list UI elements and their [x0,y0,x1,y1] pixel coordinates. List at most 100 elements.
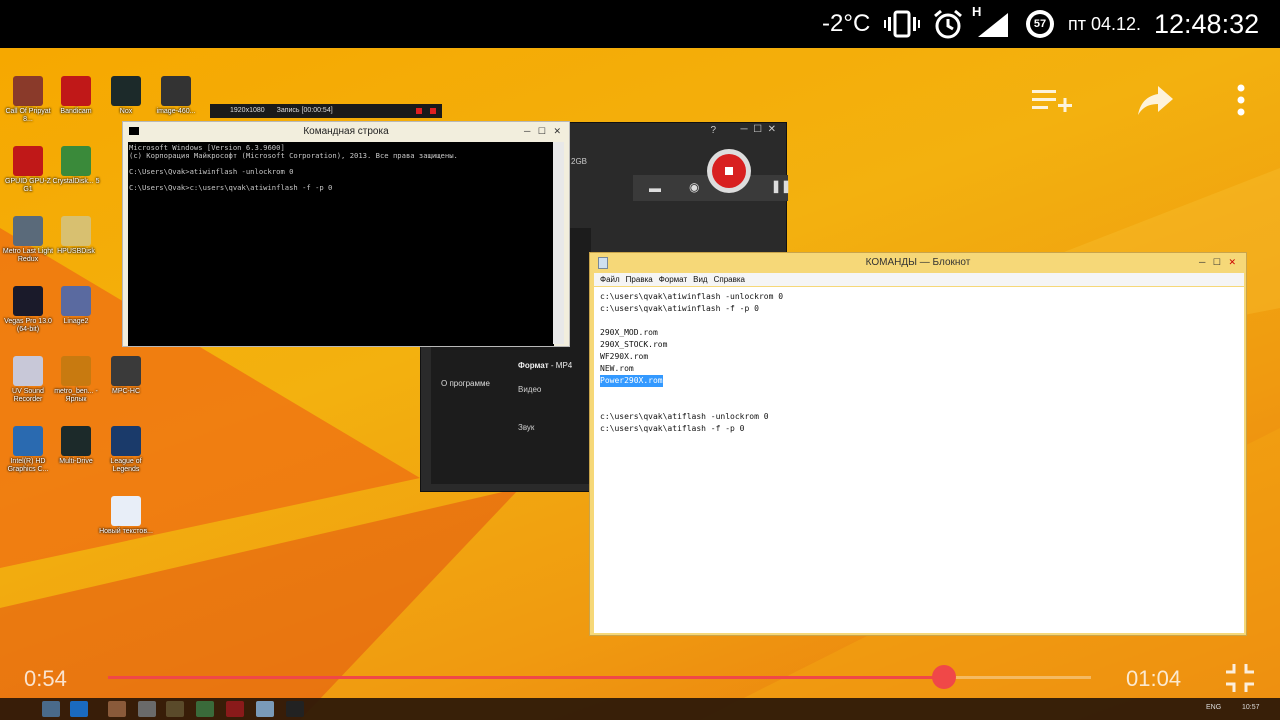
app-icon [111,76,141,106]
menu-item[interactable]: Правка [626,275,653,284]
app-icon [13,426,43,456]
clock: 12:48:32 [1154,8,1260,39]
taskbar-app-icon[interactable] [166,701,184,717]
window-controls[interactable]: ─ ☐ ✕ [524,122,561,142]
notepad-window[interactable]: КОМАНДЫ — Блокнот ─ ☐ ✕ Файл Правка Формат… [589,252,1247,636]
app-icon [61,286,91,316]
desktop-icon-label: HPUSBDisk [57,248,95,255]
desktop-icon-label: Linage2 [63,318,89,325]
desktop-icon[interactable]: metro_ben... - Ярлык [48,356,104,404]
recording-resolution: 1920x1080 [230,107,265,114]
pause-icon[interactable]: ❚❚ [771,179,791,193]
app-icon [61,76,91,106]
desktop-icon[interactable]: HPUSBDisk [48,216,104,256]
window-controls[interactable]: ─ ☐ ✕ [1199,253,1236,273]
share-icon[interactable] [1138,84,1174,121]
taskbar-app-icon[interactable] [196,701,214,717]
seek-thumb[interactable] [931,665,956,689]
windows-taskbar: ENG 10:57 [0,698,1280,720]
temperature: -2°C [822,10,871,37]
desktop-icon[interactable]: image-460... [148,76,204,116]
language-indicator[interactable]: ENG [1206,704,1221,711]
help-button[interactable]: ? [710,125,716,136]
menu-item[interactable]: Файл [600,275,620,284]
notepad-text-area[interactable]: c:\users\qvak\atiwinflash -unlockrom 0 c:… [594,287,1244,633]
more-options-icon[interactable] [1236,84,1246,121]
camera-icon[interactable]: ◉ [689,180,699,194]
app-icon [61,146,91,176]
taskbar-notepad-icon[interactable] [256,701,274,717]
taskbar-explorer-icon[interactable] [42,701,60,717]
date: пт 04.12. [1068,13,1142,34]
about-item[interactable]: О программе [441,379,490,388]
app-icon [111,426,141,456]
desktop-icon[interactable]: MPC-HC [98,356,154,396]
alarm-icon [932,0,964,48]
add-to-queue-icon[interactable] [1032,86,1072,121]
window-controls[interactable]: ─ ☐ ✕ [740,124,776,135]
desktop-icon[interactable]: Multi-Drive [48,426,104,466]
recording-time: Запись [00:00:54] [276,107,333,114]
signal-icon [976,0,1010,48]
desktop-icon[interactable]: Bandicam [48,76,104,116]
taskbar-app-icon[interactable] [108,701,126,717]
desktop-icon-label: Новый текстов... [99,528,153,535]
desktop-icon-label: League of Legends [110,458,142,473]
notepad-title: КОМАНДЫ — Блокнот [865,257,971,268]
exit-fullscreen-icon[interactable] [1224,662,1256,699]
desktop-icon-label: CrystalDisk... 5 [52,178,100,185]
taskbar-bandicam-icon[interactable] [226,701,244,717]
taskbar-app-icon[interactable] [138,701,156,717]
app-icon [13,356,43,386]
app-icon [111,356,141,386]
cmd-window[interactable]: Командная строка ─ ☐ ✕ Microsoft Windows… [122,121,570,347]
seek-bar[interactable] [108,665,1091,689]
desktop-icon-label: metro_ben... - Ярлык [54,388,98,403]
app-icon [13,146,43,176]
desktop-icon[interactable]: Nox [98,76,154,116]
app-icon [61,356,91,386]
recorder-mini-bar[interactable]: 1920x1080 Запись [00:00:54] [210,104,442,118]
console-line: C:\Users\Qvak>c:\users\qvak\atiwinflash … [129,183,333,192]
desktop-icon[interactable]: Новый текстов... [98,496,154,536]
text-line: WF290X.rom [600,352,649,361]
text-line: NEW.rom [600,364,634,373]
video-frame[interactable]: 1920x1080 Запись [00:00:54] Call Of Prip… [0,48,1280,720]
desktop-icon-label: MPC-HC [112,388,140,395]
app-icon [161,76,191,106]
record-button[interactable] [707,149,751,193]
text-line: c:\users\qvak\atiwinflash -unlockrom 0 [600,292,784,301]
desktop-icon-label: Multi-Drive [59,458,93,465]
taskbar-cmd-icon[interactable] [286,701,304,717]
text-line: 290X_MOD.rom [600,328,658,337]
menu-item[interactable]: Вид [693,275,707,284]
app-icon [13,216,43,246]
notepad-menu: Файл Правка Формат Вид Справка [594,273,1244,286]
close-icon[interactable] [430,108,436,114]
taskbar-clock[interactable]: 10:57 [1242,704,1260,711]
stop-record-icon[interactable] [416,108,422,114]
text-line: 290X_STOCK.rom [600,340,668,349]
console-line: (c) Корпорация Майкрософт (Microsoft Cor… [129,151,458,160]
desktop-icon[interactable]: Linage2 [48,286,104,326]
current-time: 0:54 [24,666,67,691]
menu-item[interactable]: Формат [659,275,687,284]
cmd-icon [129,127,139,135]
format-label: Формат - MP4 [518,361,573,370]
disk-size: 2GB [571,157,588,166]
folder-icon[interactable]: ▬ [649,181,661,195]
menu-item[interactable]: Справка [714,275,745,284]
desktop-icon[interactable]: CrystalDisk... 5 [48,146,104,186]
app-icon [61,216,91,246]
taskbar-ie-icon[interactable] [70,701,88,717]
desktop-icon[interactable]: League of Legends [98,426,154,474]
app-icon [13,286,43,316]
cmd-console[interactable]: Microsoft Windows [Version 6.3.9600] (c) … [128,142,554,346]
android-status-bar: -2°C H 57 пт 04.12. 12:48:32 [0,0,1280,48]
scrollbar[interactable] [553,142,564,344]
text-line: c:\users\qvak\atiflash -unlockrom 0 [600,412,769,421]
video-label: Видео [518,385,542,394]
total-time: 01:04 [1126,666,1182,691]
app-icon [13,76,43,106]
desktop-icon-label: image-460... [156,108,196,115]
